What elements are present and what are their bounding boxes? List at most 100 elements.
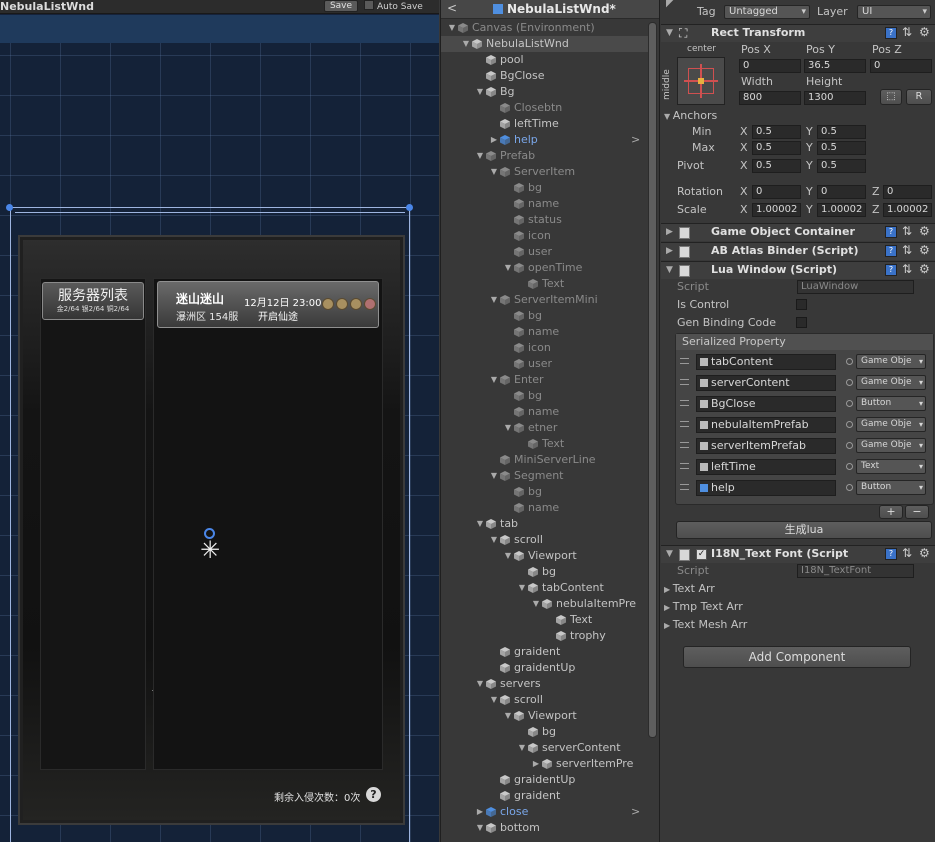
hierarchy-tree[interactable]: ▼ Canvas (Environment) ▼ NebulaListWnd pool B… xyxy=(441,20,651,836)
collapse-arrow-icon[interactable]: ▼ xyxy=(475,676,485,692)
back-icon[interactable]: < xyxy=(447,1,457,15)
hierarchy-item[interactable]: bg xyxy=(441,180,651,196)
hierarchy-item[interactable]: user xyxy=(441,356,651,372)
open-prefab-chevron-icon[interactable]: > xyxy=(631,132,640,148)
collapse-arrow-icon[interactable]: ▼ xyxy=(503,420,513,436)
hierarchy-item[interactable]: Text xyxy=(441,436,651,452)
gameobject-cube-icon xyxy=(514,311,524,321)
collapse-arrow-icon[interactable]: ▼ xyxy=(489,372,499,388)
hierarchy-item[interactable]: bg xyxy=(441,308,651,324)
hierarchy-item[interactable]: ▼ Viewport xyxy=(441,708,651,724)
hierarchy-item[interactable]: ▼ nebulaItemPre xyxy=(441,596,651,612)
collapse-arrow-icon[interactable]: ▼ xyxy=(517,740,527,756)
hierarchy-item[interactable]: ▼ Segment xyxy=(441,468,651,484)
hierarchy-item[interactable]: Text xyxy=(441,612,651,628)
hierarchy-item[interactable]: ▶ serverItemPre xyxy=(441,756,651,772)
help-icon[interactable]: ? xyxy=(366,787,381,802)
hierarchy-item[interactable]: ▼ NebulaListWnd xyxy=(441,36,651,52)
collapse-arrow-icon[interactable]: ▼ xyxy=(503,260,513,276)
hierarchy-item[interactable]: ▼ tabContent xyxy=(441,580,651,596)
hierarchy-item[interactable]: name xyxy=(441,500,651,516)
hierarchy-item[interactable]: ▼ Prefab xyxy=(441,148,651,164)
collapse-arrow-icon[interactable]: ▼ xyxy=(489,532,499,548)
hierarchy-item[interactable]: ▼ Enter xyxy=(441,372,651,388)
server-list-tab[interactable]: 服务器列表 金2/64 银2/64 铜2/64 xyxy=(42,282,144,320)
hierarchy-item[interactable]: ▼ scroll xyxy=(441,532,651,548)
hierarchy-item[interactable]: Text xyxy=(441,276,651,292)
hierarchy-item[interactable]: graidentUp xyxy=(441,772,651,788)
hierarchy-item[interactable]: status xyxy=(441,212,651,228)
hierarchy-item[interactable]: graident xyxy=(441,644,651,660)
hierarchy-item[interactable]: icon xyxy=(441,228,651,244)
hierarchy-item[interactable]: ▼ openTime xyxy=(441,260,651,276)
gameobject-cube-icon xyxy=(514,247,524,257)
collapse-arrow-icon[interactable]: ▼ xyxy=(489,468,499,484)
collapse-arrow-icon[interactable]: ▼ xyxy=(475,84,485,100)
gameobject-cube-icon xyxy=(514,359,524,369)
hierarchy-item[interactable]: ▼ etner xyxy=(441,420,651,436)
expand-arrow-icon[interactable]: ▶ xyxy=(475,804,485,820)
hierarchy-item[interactable]: ▼ bottom xyxy=(441,820,651,836)
hierarchy-scroll-thumb[interactable] xyxy=(649,23,656,737)
hierarchy-item[interactable]: graidentUp xyxy=(441,660,651,676)
collapse-arrow-icon[interactable]: ▼ xyxy=(503,548,513,564)
anchor-icon[interactable]: ✳ xyxy=(197,538,223,564)
hierarchy-item[interactable]: bg xyxy=(441,564,651,580)
hierarchy-item[interactable]: ▼ serverContent xyxy=(441,740,651,756)
hierarchy-item[interactable]: ▼ Bg xyxy=(441,84,651,100)
hierarchy-item[interactable]: leftTime xyxy=(441,116,651,132)
hierarchy-item[interactable]: ▼ servers xyxy=(441,676,651,692)
collapse-arrow-icon[interactable]: ▼ xyxy=(475,516,485,532)
collapse-arrow-icon[interactable]: ▼ xyxy=(461,36,471,52)
hierarchy-item[interactable]: trophy xyxy=(441,628,651,644)
expand-arrow-icon[interactable]: ▶ xyxy=(531,756,541,772)
hierarchy-item[interactable]: ▼ Canvas (Environment) xyxy=(441,20,651,36)
hierarchy-panel[interactable]: < NebulaListWnd* ▼ Canvas (Environment) ▼ N… xyxy=(440,0,660,842)
rect-handle-left[interactable] xyxy=(6,204,13,211)
hierarchy-item[interactable]: bg xyxy=(441,724,651,740)
server-item[interactable]: 迷山迷山 瀑洲区 154服 12月12日 23:00 开启仙途 xyxy=(157,281,379,328)
collapse-arrow-icon[interactable]: ▼ xyxy=(503,708,513,724)
hierarchy-item[interactable]: MiniServerLine xyxy=(441,452,651,468)
hierarchy-item[interactable]: Closebtn xyxy=(441,100,651,116)
hierarchy-item[interactable]: bg xyxy=(441,388,651,404)
rect-handle-right[interactable] xyxy=(406,204,413,211)
hierarchy-item[interactable]: BgClose xyxy=(441,68,651,84)
hierarchy-item[interactable]: name xyxy=(441,404,651,420)
save-button[interactable]: Save xyxy=(324,0,358,12)
collapse-arrow-icon[interactable]: ▼ xyxy=(531,596,541,612)
collapse-arrow-icon[interactable]: ▼ xyxy=(475,820,485,836)
hierarchy-item[interactable]: icon xyxy=(441,340,651,356)
expand-arrow-icon[interactable]: ▶ xyxy=(489,132,499,148)
hierarchy-item[interactable]: ▼ Viewport xyxy=(441,548,651,564)
hierarchy-item[interactable]: ▼ tab xyxy=(441,516,651,532)
hierarchy-item[interactable]: pool xyxy=(441,52,651,68)
hierarchy-item[interactable]: graident xyxy=(441,788,651,804)
hierarchy-item[interactable]: bg xyxy=(441,484,651,500)
gameobject-cube-icon xyxy=(514,343,524,353)
hierarchy-item[interactable]: ▶ help > xyxy=(441,132,651,148)
scene-view[interactable]: NebulaListWnd Save Auto Save 服务器列表 金2/64… xyxy=(0,0,439,842)
open-prefab-chevron-icon[interactable]: > xyxy=(631,804,640,820)
autosave-checkbox[interactable] xyxy=(364,0,374,10)
collapse-arrow-icon[interactable]: ▼ xyxy=(489,292,499,308)
hierarchy-item[interactable]: ▼ ServerItemMini xyxy=(441,292,651,308)
inspector-panel[interactable] xyxy=(661,0,935,842)
collapse-arrow-icon[interactable]: ▼ xyxy=(489,692,499,708)
hierarchy-item[interactable]: name xyxy=(441,196,651,212)
hierarchy-item[interactable]: ▼ ServerItem xyxy=(441,164,651,180)
hierarchy-item[interactable]: name xyxy=(441,324,651,340)
hierarchy-item-label: trophy xyxy=(570,629,606,642)
gameobject-cube-icon xyxy=(486,679,496,689)
collapse-arrow-icon[interactable]: ▼ xyxy=(447,20,457,36)
hierarchy-item-label: Text xyxy=(570,613,593,626)
collapse-arrow-icon[interactable]: ▼ xyxy=(489,164,499,180)
collapse-arrow-icon[interactable]: ▼ xyxy=(475,148,485,164)
hierarchy-item-label: Viewport xyxy=(528,709,577,722)
hierarchy-item[interactable]: ▶ close > xyxy=(441,804,651,820)
hierarchy-item[interactable]: ▼ scroll xyxy=(441,692,651,708)
collapse-arrow-icon[interactable]: ▼ xyxy=(517,580,527,596)
gameobject-cube-icon xyxy=(486,87,496,97)
hierarchy-item[interactable]: user xyxy=(441,244,651,260)
autosave-toggle[interactable]: Auto Save xyxy=(364,0,423,13)
